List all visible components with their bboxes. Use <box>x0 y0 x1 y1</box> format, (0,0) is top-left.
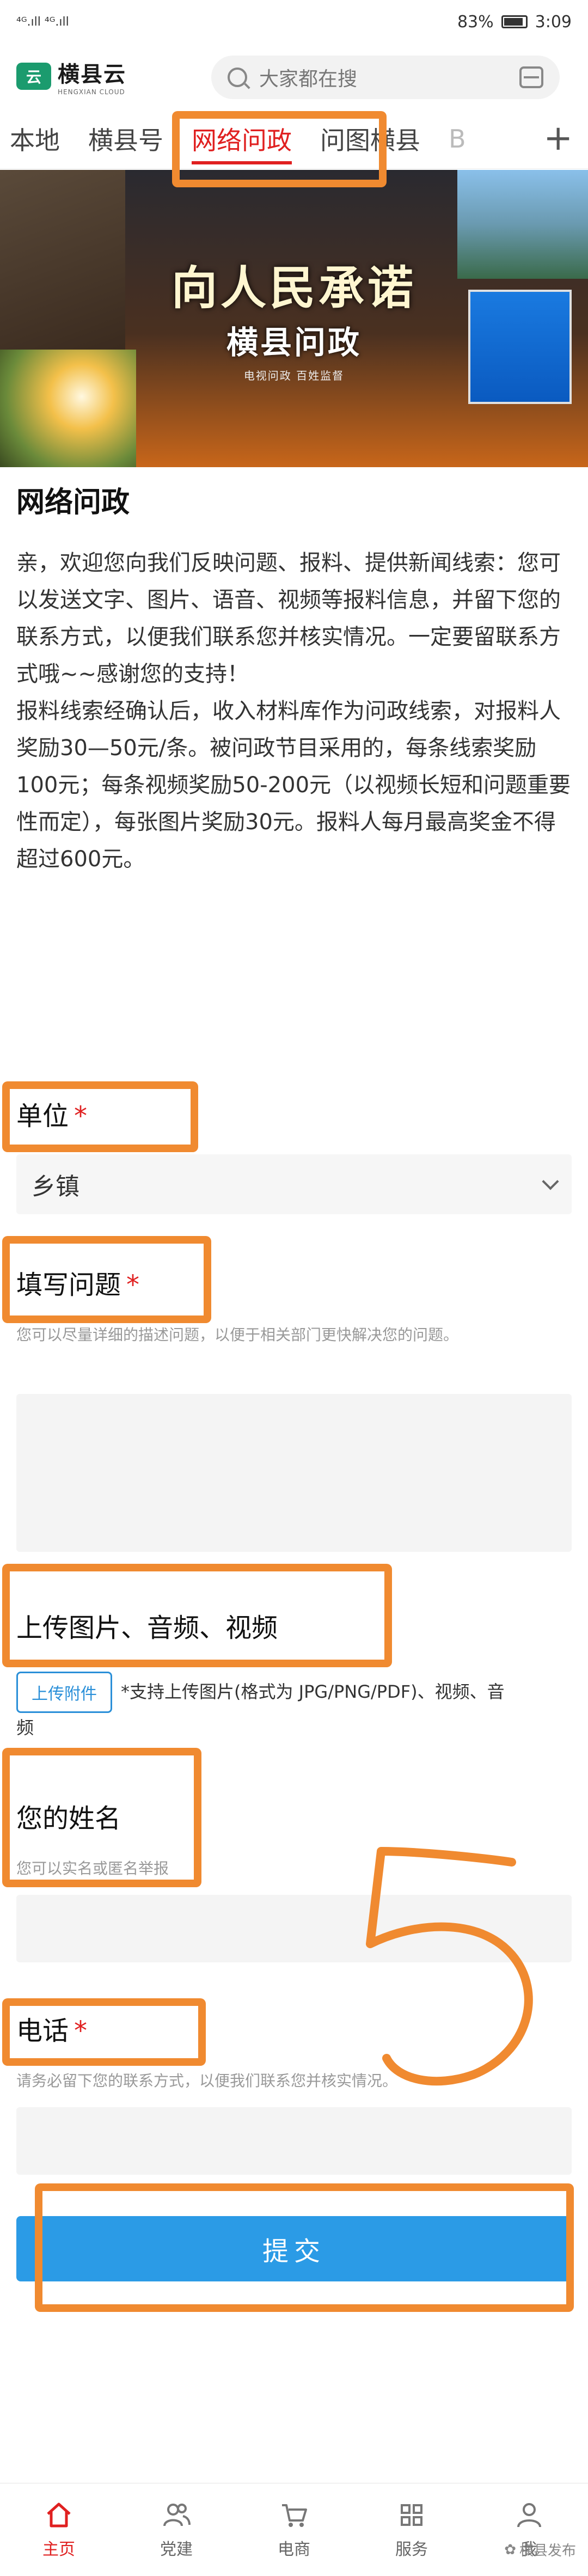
people-icon <box>161 2500 192 2530</box>
logo-icon: 云 <box>16 63 51 90</box>
intro-paragraph-1: 亲，欢迎您向我们反映问题、报料、提供新闻线索：您可以发送文字、图片、语音、视频等… <box>16 550 561 687</box>
search-bar[interactable]: 大家都在搜 <box>211 56 560 99</box>
name-hint: 您可以实名或匿名举报 <box>16 1859 169 1877</box>
nav-ecommerce[interactable]: 电商 <box>235 2483 353 2576</box>
unit-select[interactable]: 乡镇 <box>16 1154 572 1214</box>
wechat-icon: ✿ <box>504 2541 516 2558</box>
logo-subtitle: HENGXIAN CLOUD <box>58 88 125 96</box>
nav-party[interactable]: 党建 <box>118 2483 235 2576</box>
bottom-nav: 主页 党建 电商 服务 我 <box>0 2483 588 2576</box>
logo-name: 横县云 <box>58 62 126 87</box>
nav-home[interactable]: 主页 <box>0 2483 118 2576</box>
upload-attachment-button[interactable]: 上传附件 <box>16 1672 112 1713</box>
nav-me[interactable]: 我 <box>470 2483 588 2576</box>
tab-more[interactable]: B <box>434 124 480 154</box>
signal-icon: ⁴ᴳ.ıll ⁴ᴳ.ıll <box>16 15 69 29</box>
banner-caption: 电视问政 百姓监督 <box>243 369 345 382</box>
upload-label: 上传图片、音频、视频 <box>16 1613 278 1643</box>
banner-subtitle: 横县问政 <box>226 324 362 361</box>
tab-wangluo-wenzheng[interactable]: 网络问政 <box>177 121 306 164</box>
upload-note: *支持上传图片(格式为 JPG/PNG/PDF)、视频、音 <box>121 1681 505 1702</box>
app-header: 云 横县云 HENGXIAN CLOUD 大家都在搜 <box>0 44 588 109</box>
battery-percent: 83% <box>457 12 494 32</box>
city-image <box>457 170 588 279</box>
unit-label: 单位 * <box>16 1101 88 1131</box>
nav-ecommerce-label: 电商 <box>278 2540 310 2559</box>
nav-home-label: 主页 <box>42 2540 75 2559</box>
intro-text: 亲，欢迎您向我们反映问题、报料、提供新闻线索：您可以发送文字、图片、语音、视频等… <box>16 544 572 878</box>
name-label: 您的姓名 <box>16 1803 121 1834</box>
phone-label: 电话 * <box>16 2016 88 2046</box>
user-icon <box>514 2500 544 2530</box>
cart-icon <box>279 2500 309 2530</box>
banner-image: 向人民承诺 横县问政 电视问政 百姓监督 <box>0 170 588 467</box>
question-label: 填写问题 * <box>16 1270 140 1300</box>
watermark: ✿ 横县发布 <box>504 2541 576 2560</box>
tab-local[interactable]: 本地 <box>0 121 74 157</box>
required-mark: * <box>74 2016 88 2046</box>
handwritten-annotation <box>366 1847 533 2086</box>
tab-wentu-hengxian[interactable]: 问图横县 <box>306 121 434 157</box>
required-mark: * <box>126 1270 140 1300</box>
channel-tabs: 本地 横县号 网络问政 问图横县 B + <box>0 109 588 169</box>
add-channel-icon[interactable]: + <box>543 121 573 156</box>
question-textarea[interactable] <box>16 1394 572 1552</box>
screen-image <box>468 290 572 404</box>
required-mark: * <box>74 1101 88 1131</box>
upload-note-continued: 频 <box>16 1717 34 1738</box>
service-icon <box>396 2500 427 2530</box>
phone-input[interactable] <box>16 2107 572 2175</box>
unit-selected-value: 乡镇 <box>32 1173 79 1201</box>
clock: 3:09 <box>535 12 572 32</box>
chevron-down-icon <box>542 1173 559 1190</box>
battery-icon <box>501 15 528 28</box>
intro-paragraph-2: 报料线索经确认后，收入材料库作为问政线索，对报料人奖励30—50元/条。被问政节… <box>16 699 571 872</box>
nav-party-label: 党建 <box>160 2540 193 2559</box>
home-icon <box>44 2500 74 2530</box>
flower-image <box>0 350 136 467</box>
banner-title: 向人民承诺 <box>171 261 416 315</box>
search-placeholder: 大家都在搜 <box>259 68 358 90</box>
signal-indicators: ⁴ᴳ.ıll ⁴ᴳ.ıll <box>16 15 69 29</box>
submit-button[interactable]: 提交 <box>16 2216 572 2281</box>
nav-service[interactable]: 服务 <box>353 2483 470 2576</box>
app-logo[interactable]: 云 横县云 HENGXIAN CLOUD <box>16 57 126 96</box>
question-hint: 您可以尽量详细的描述问题，以便于相关部门更快解决您的问题。 <box>16 1326 459 1344</box>
tab-hengxian-hao[interactable]: 横县号 <box>74 121 177 157</box>
page-title: 网络问政 <box>16 486 130 519</box>
status-right: 83% 3:09 <box>457 13 572 32</box>
scan-icon[interactable] <box>519 66 543 88</box>
status-bar: ⁴ᴳ.ıll ⁴ᴳ.ıll 83% 3:09 <box>0 0 588 44</box>
search-icon <box>228 68 247 87</box>
phone-hint: 请务必留下您的联系方式，以便我们联系您并核实情况。 <box>16 2072 398 2090</box>
nav-service-label: 服务 <box>395 2540 428 2559</box>
